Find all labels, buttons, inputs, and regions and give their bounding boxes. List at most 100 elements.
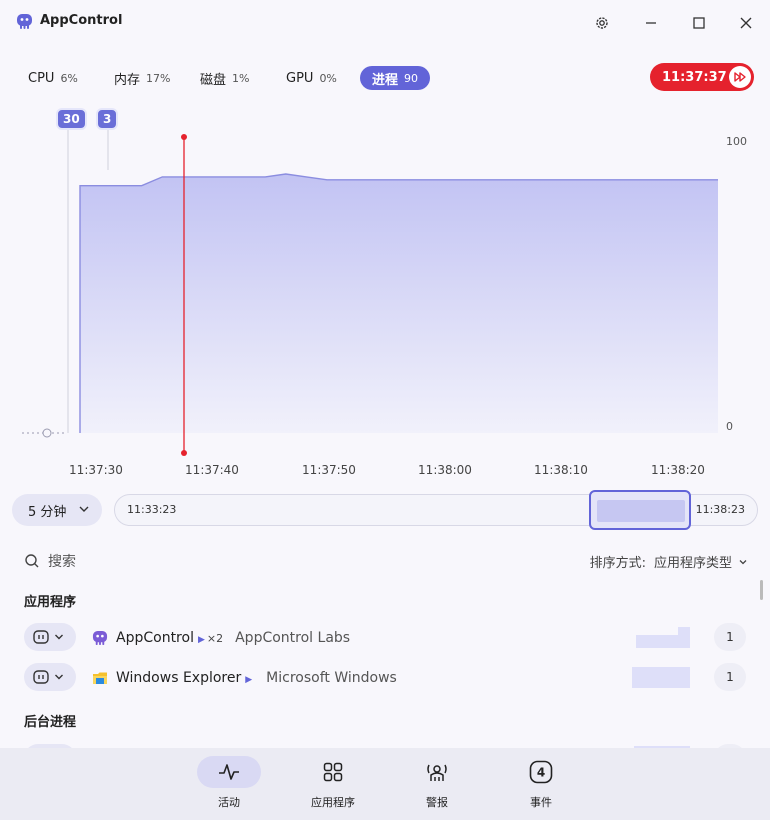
process-count-badge: 1: [714, 623, 746, 651]
process-count-chart[interactable]: [0, 100, 770, 460]
x-tick-label: 11:38:00: [418, 463, 472, 477]
tab-cpu[interactable]: CPU 6%: [28, 66, 78, 90]
scrollbar-thumb[interactable]: [760, 580, 763, 600]
app-title: AppControl: [40, 13, 123, 28]
app-toggle-dropdown[interactable]: [24, 663, 76, 691]
nav-icon-wrap: [405, 756, 469, 788]
instance-count: ×2: [206, 632, 224, 645]
list-item[interactable]: AppControl ▶ ×2 AppControl Labs 1: [0, 622, 770, 654]
nav-icon-wrap: [197, 756, 261, 788]
search-box[interactable]: 搜索: [24, 551, 76, 571]
usage-sparkline-peak: [678, 627, 690, 648]
time-cursor-top: [181, 134, 187, 140]
tab-disk[interactable]: 磁盘 1%: [200, 66, 249, 90]
app-logo-icon: [17, 14, 32, 29]
section-title-apps: 应用程序: [24, 595, 77, 610]
chevron-down-icon: [79, 506, 89, 512]
minimize-icon: [646, 22, 656, 24]
timeline-window-fill: [597, 500, 685, 522]
expand-triangle-icon: ▶: [245, 675, 253, 685]
process-count-badge: 1: [714, 663, 746, 691]
minimize-button[interactable]: [636, 8, 666, 38]
search-icon: [25, 554, 39, 568]
timeline-end-label: 11:38:23: [695, 503, 745, 516]
tab-label: CPU: [28, 70, 55, 86]
section-title-background: 后台进程: [24, 715, 77, 730]
maximize-button[interactable]: [684, 8, 714, 38]
bottom-nav: 活动 应用程序 警报 4 事件: [0, 748, 770, 820]
time-cursor-bottom: [181, 450, 187, 456]
x-tick-label: 11:38:10: [534, 463, 588, 477]
chevron-down-icon: [739, 559, 747, 564]
y-tick-label: 100: [726, 135, 747, 148]
x-tick-label: 11:37:40: [185, 463, 239, 477]
app-toggle-dropdown[interactable]: [24, 623, 76, 651]
expand-triangle-icon: ▶: [197, 635, 205, 645]
sort-value: 应用程序类型: [653, 556, 732, 571]
marker-badge[interactable]: 30: [56, 108, 87, 130]
timeline-window-handle[interactable]: [589, 490, 691, 530]
search-input[interactable]: 搜索: [48, 551, 76, 571]
y-tick-label: 0: [726, 420, 733, 433]
app-name: AppControl ▶ ×2 AppControl Labs: [116, 630, 350, 646]
tab-label: 磁盘: [200, 72, 227, 88]
app-name-text: Windows Explorer: [116, 670, 242, 686]
series-area: [80, 174, 718, 433]
x-tick-label: 11:37:30: [69, 463, 123, 477]
maximize-icon: [693, 17, 705, 29]
close-icon: [740, 17, 752, 29]
tab-gpu[interactable]: GPU 0%: [286, 66, 337, 90]
nav-label: 事件: [530, 796, 552, 809]
appcontrol-icon: [92, 630, 108, 646]
nav-alerts[interactable]: 警报: [392, 756, 482, 810]
tab-value: 17%: [146, 71, 171, 85]
marker-badge[interactable]: 3: [96, 108, 119, 130]
nav-icon-wrap: 4: [509, 756, 573, 788]
x-tick-label: 11:38:20: [651, 463, 705, 477]
app-name-text: AppControl: [116, 630, 194, 646]
clock-time: 11:37:37: [662, 69, 727, 85]
alert-robot-icon: [427, 764, 447, 781]
events-count: 4: [537, 766, 545, 780]
sort-dropdown[interactable]: 排序方式: 应用程序类型: [590, 552, 748, 571]
baseline-node: [42, 428, 52, 438]
app-publisher: Microsoft Windows: [266, 670, 397, 686]
tab-value: 0%: [319, 71, 337, 85]
tab-label: 进程: [372, 72, 399, 88]
tab-label: GPU: [286, 70, 314, 86]
x-tick-label: 11:37:50: [302, 463, 356, 477]
sort-label: 排序方式:: [589, 556, 646, 571]
list-item[interactable]: Windows Explorer ▶ Microsoft Windows 1: [0, 662, 770, 694]
time-range-dropdown[interactable]: 5 分钟: [12, 494, 102, 526]
chevron-down-icon: [55, 634, 63, 640]
title-bar: AppControl: [0, 0, 770, 44]
nav-label: 警报: [426, 796, 448, 809]
tab-memory[interactable]: 内存 17%: [114, 66, 170, 90]
tab-value: 1%: [232, 71, 250, 85]
nav-events[interactable]: 4 事件: [496, 756, 586, 810]
nav-icon-wrap: [301, 756, 365, 788]
timeline-scrubber[interactable]: 11:33:23 11:38:23: [114, 490, 758, 530]
tab-value: 90: [404, 71, 419, 85]
app-control-icon: [33, 670, 49, 684]
settings-button[interactable]: [587, 8, 617, 38]
app-publisher: AppControl Labs: [235, 630, 351, 646]
app-control-icon: [33, 630, 49, 644]
folder-icon: [93, 672, 107, 684]
chevron-down-icon: [55, 674, 63, 680]
tab-label: 内存: [114, 72, 141, 88]
timeline-start-label: 11:33:23: [127, 503, 177, 516]
nav-activity[interactable]: 活动: [184, 756, 274, 810]
nav-label: 应用程序: [311, 796, 355, 809]
live-clock-button[interactable]: 11:37:37: [650, 63, 754, 91]
gear-icon: [596, 17, 608, 29]
close-button[interactable]: [731, 8, 761, 38]
nav-apps[interactable]: 应用程序: [288, 756, 378, 810]
grid-icon: [323, 762, 343, 782]
time-range-label: 5 分钟: [28, 504, 67, 520]
events-count-icon: 4: [529, 760, 553, 784]
nav-label: 活动: [218, 796, 240, 809]
activity-icon: [219, 764, 239, 780]
usage-sparkline: [632, 667, 690, 688]
tab-processes[interactable]: 进程 90: [360, 66, 431, 90]
